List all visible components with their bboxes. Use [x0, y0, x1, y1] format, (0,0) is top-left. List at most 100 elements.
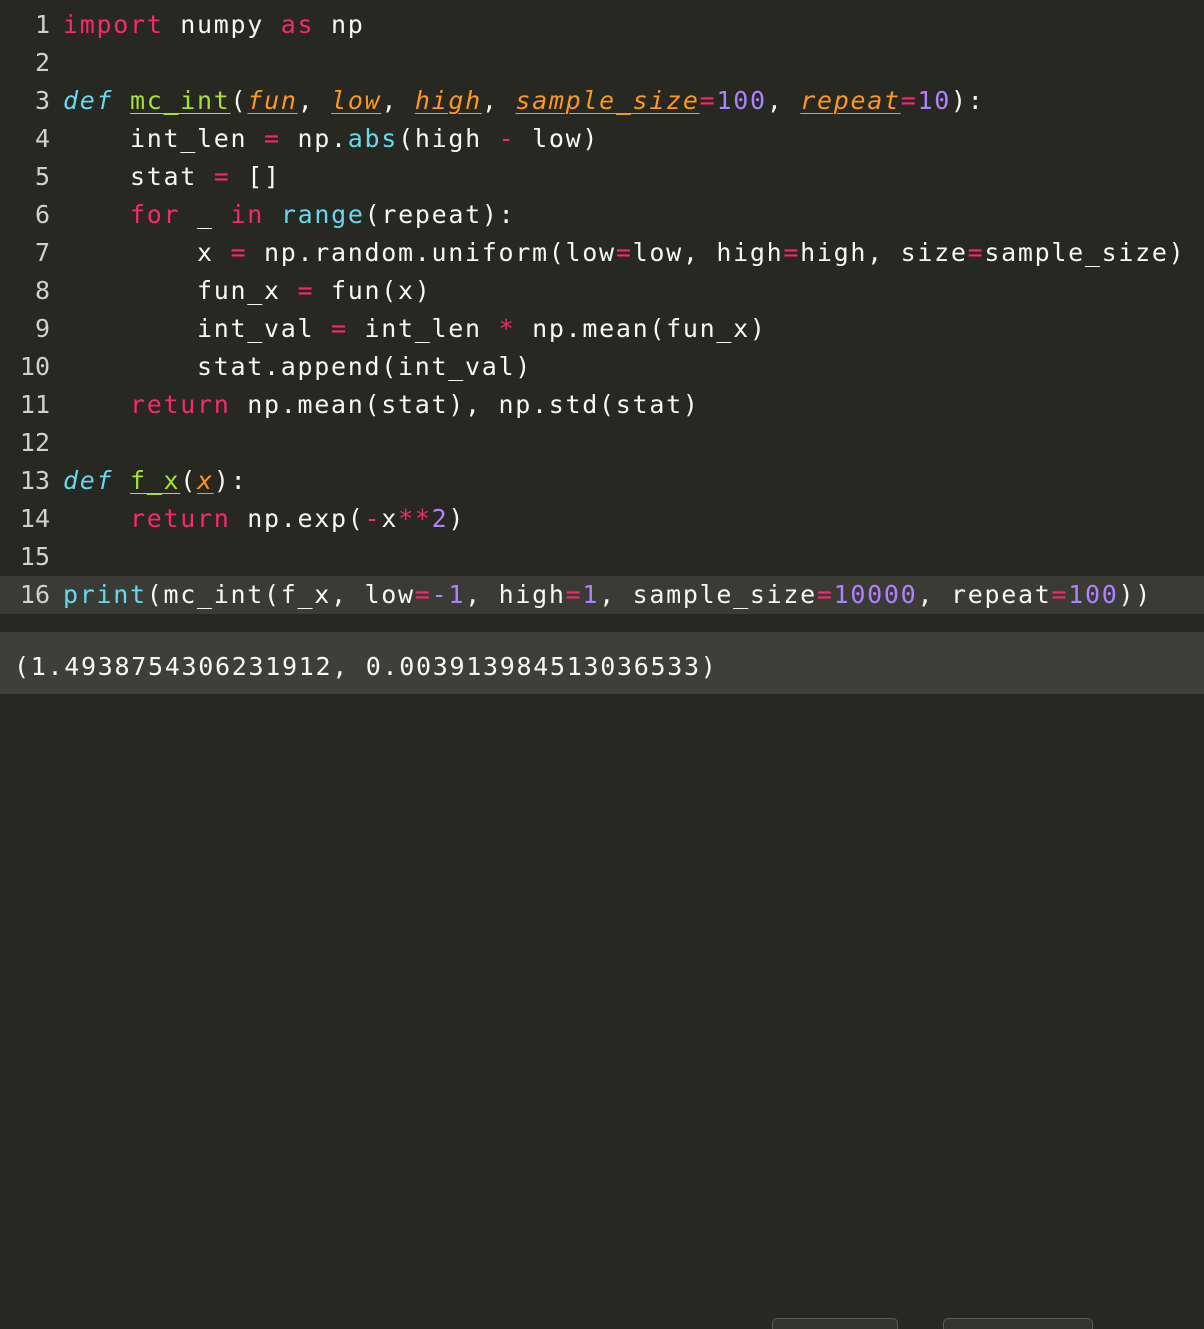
code-line[interactable]: 16 print(mc_int(f_x, low=-1, high=1, samp… — [0, 576, 1204, 614]
code-token: * — [498, 314, 516, 343]
code-token: = — [230, 238, 248, 267]
output-tab-2[interactable] — [943, 1318, 1093, 1329]
code-text[interactable]: int_val = int_len * np.mean(fun_x) — [63, 310, 767, 348]
code-line[interactable]: 14 return np.exp(-x**2) — [0, 500, 1204, 538]
code-token: = — [565, 580, 583, 609]
code-token: abs — [347, 124, 399, 153]
code-token: repeat — [800, 86, 901, 115]
line-number: 11 — [19, 390, 50, 419]
code-token: low) — [515, 124, 600, 153]
code-token: sample_size — [515, 86, 700, 115]
code-token: high — [414, 86, 482, 115]
code-text[interactable]: print(mc_int(f_x, low=-1, high=1, sample… — [63, 576, 1152, 614]
code-line[interactable]: 13 def f_x(x): — [0, 462, 1204, 500]
code-token: 10000 — [833, 580, 918, 609]
code-token: _ — [180, 200, 231, 229]
code-token: high, size — [800, 238, 968, 267]
code-token: [] — [230, 162, 281, 191]
code-token: , — [481, 86, 516, 115]
code-text[interactable]: int_len = np.abs(high - low) — [63, 120, 599, 158]
code-line[interactable]: 4 int_len = np.abs(high - low) — [0, 120, 1204, 158]
code-token: -1 — [431, 580, 466, 609]
line-number: 16 — [19, 580, 50, 609]
code-token: = — [967, 238, 985, 267]
code-line[interactable]: 3 def mc_int(fun, low, high, sample_size=… — [0, 82, 1204, 120]
code-line[interactable]: 8 fun_x = fun(x) — [0, 272, 1204, 310]
code-line[interactable]: 9 int_val = int_len * np.mean(fun_x) — [0, 310, 1204, 348]
code-token: int_val — [63, 314, 332, 343]
code-token: np.mean(stat), np.std(stat) — [230, 390, 700, 419]
code-token: def — [63, 466, 114, 495]
code-token: fun — [247, 86, 298, 115]
code-text[interactable]: def mc_int(fun, low, high, sample_size=1… — [63, 82, 985, 120]
code-line[interactable]: 15 — [0, 538, 1204, 576]
output-tab-1[interactable] — [772, 1318, 898, 1329]
code-token: numpy — [163, 10, 281, 39]
code-line[interactable]: 5 stat = [] — [0, 158, 1204, 196]
code-token: np. — [280, 124, 348, 153]
code-token: sample_size) — [984, 238, 1186, 267]
code-token: , — [381, 86, 415, 115]
code-token: low, high — [632, 238, 784, 267]
code-token: as — [280, 10, 315, 39]
code-token: ** — [398, 504, 432, 533]
code-line[interactable]: 10 stat.append(int_val) — [0, 348, 1204, 386]
code-line[interactable]: 11 return np.mean(stat), np.std(stat) — [0, 386, 1204, 424]
code-token: - — [498, 124, 516, 153]
code-token: np.random.uniform(low — [247, 238, 616, 267]
code-token: 1 — [582, 580, 600, 609]
code-token: = — [264, 124, 281, 153]
code-text[interactable]: stat = [] — [63, 158, 281, 196]
code-token: 10 — [917, 86, 952, 115]
code-token: range — [280, 200, 365, 229]
code-token: stat.append(int_val) — [63, 352, 533, 381]
code-token: 100 — [1068, 580, 1119, 609]
code-token: (mc_int(f_x, low — [146, 580, 415, 609]
code-token: np.mean(fun_x) — [515, 314, 767, 343]
code-line[interactable]: 12 — [0, 424, 1204, 462]
code-text[interactable]: for _ in range(repeat): — [63, 196, 515, 234]
line-number: 14 — [19, 504, 50, 533]
code-text[interactable]: def f_x(x): — [63, 462, 247, 500]
line-number: 6 — [34, 200, 50, 229]
code-text[interactable]: stat.append(int_val) — [63, 348, 532, 386]
code-text[interactable]: return np.exp(-x**2) — [63, 500, 465, 538]
code-line[interactable]: 1 import numpy as np — [0, 6, 1204, 44]
code-line[interactable]: 6 for _ in range(repeat): — [0, 196, 1204, 234]
line-number: 3 — [34, 86, 50, 115]
code-token: , sample_size — [599, 580, 817, 609]
line-number: 5 — [34, 162, 50, 191]
code-token: 100 — [716, 86, 767, 115]
code-token: = — [816, 580, 834, 609]
code-token: ): — [213, 466, 248, 495]
line-number: 13 — [19, 466, 50, 495]
code-line[interactable]: 2 — [0, 44, 1204, 82]
output-panel: (1.4938754306231912, 0.00391398451303653… — [0, 632, 1204, 1329]
code-text[interactable]: import numpy as np — [63, 6, 365, 44]
code-token: = — [900, 86, 918, 115]
code-token: (high — [398, 124, 499, 153]
code-text[interactable]: fun_x = fun(x) — [63, 272, 432, 310]
code-text[interactable]: return np.mean(stat), np.std(stat) — [63, 386, 700, 424]
line-number: 2 — [34, 48, 50, 77]
line-number: 15 — [19, 542, 50, 571]
code-token: return — [130, 504, 231, 533]
code-token: = — [414, 580, 432, 609]
code-token: x — [381, 504, 399, 533]
code-token: - — [364, 504, 382, 533]
code-editor[interactable]: 1 import numpy as np 2 3 def mc_int(fun, low… — [0, 0, 1204, 632]
code-token: fun_x — [63, 276, 298, 305]
code-token: in — [230, 200, 265, 229]
code-token: np — [314, 10, 365, 39]
code-token: low — [331, 86, 382, 115]
code-token: = — [615, 238, 633, 267]
code-text[interactable]: x = np.random.uniform(low=low, high=high… — [63, 234, 1185, 272]
code-token: , — [766, 86, 801, 115]
code-token: = — [297, 276, 315, 305]
code-line[interactable]: 7 x = np.random.uniform(low=low, high=hi… — [0, 234, 1204, 272]
